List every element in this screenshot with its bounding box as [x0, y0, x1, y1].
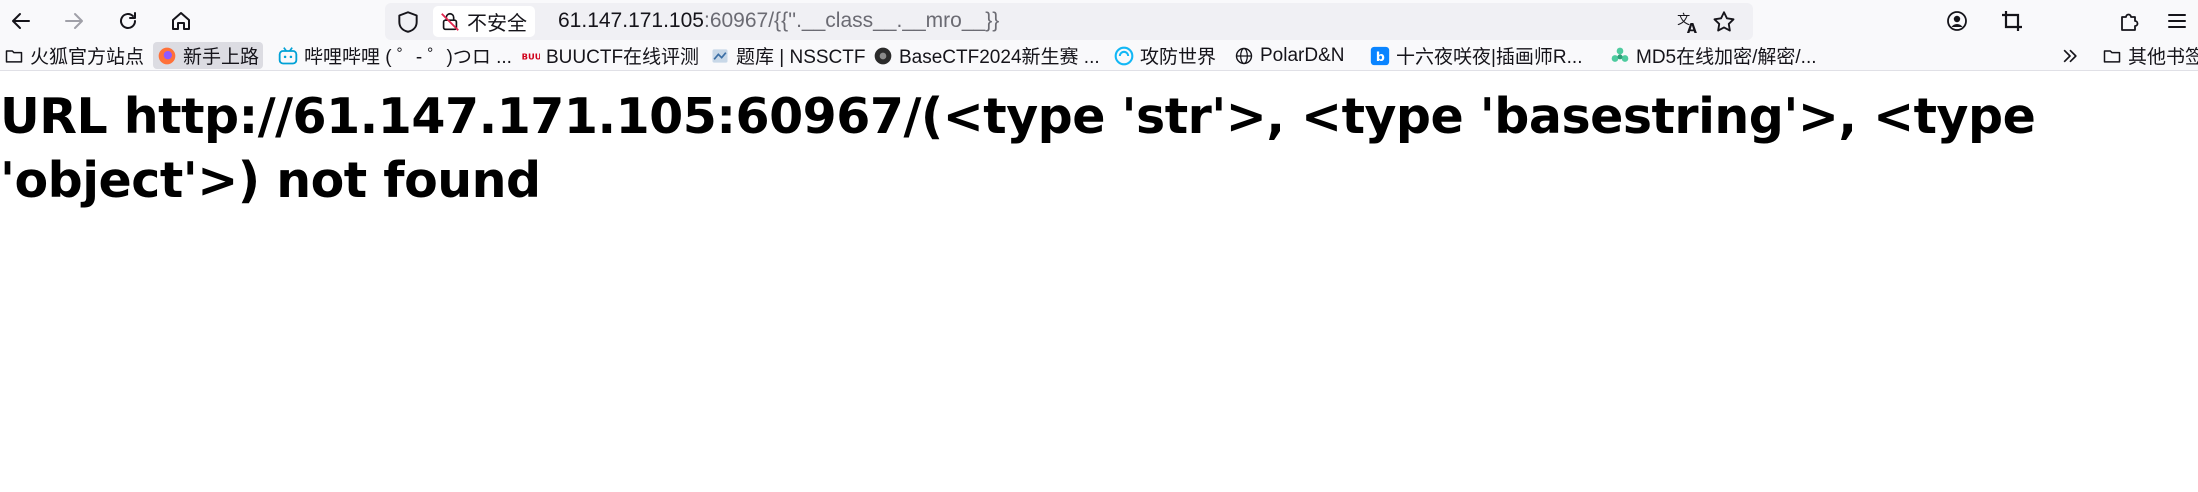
buuctf-icon: BUU	[520, 46, 540, 66]
menu-button[interactable]	[2160, 4, 2194, 38]
bilibili-icon	[278, 46, 298, 66]
bookmark-label: 新手上路	[183, 47, 260, 68]
account-icon	[1947, 11, 1967, 31]
bookmark-label: BUUCTF在线评测	[546, 47, 700, 68]
bookmark-item[interactable]: 新手上路	[153, 42, 264, 69]
forward-button[interactable]	[57, 4, 91, 38]
bookmark-label: 火狐官方站点	[30, 47, 145, 68]
not-found-message: URL http://61.147.171.105:60967/(<type '…	[0, 88, 2052, 209]
bookmark-item[interactable]: 哔哩哔哩 ( ゜- ゜)つロ ...	[274, 42, 516, 69]
url-path: :60967/{{''.__class__.__mro__}}	[703, 9, 1000, 32]
bookmark-label: PolarD&N	[1260, 44, 1345, 66]
back-button[interactable]	[4, 4, 38, 38]
other-bookmarks-folder[interactable]: 其他书签	[2098, 42, 2198, 69]
security-label: 不安全	[467, 13, 527, 35]
reload-button[interactable]	[111, 4, 145, 38]
bookmark-item[interactable]: b 十六夜咲夜|插画师R...	[1366, 42, 1587, 69]
bookmarks-toolbar: 火狐官方站点 新手上路 哔哩哔哩 ( ゜- ゜)つロ ... BUU BUUCT…	[0, 41, 2198, 71]
back-arrow-icon	[12, 13, 30, 29]
folder-icon	[2102, 46, 2122, 66]
bookmark-item[interactable]: PolarD&N	[1230, 42, 1348, 69]
bookmark-label: 题库 | NSSCTF	[736, 47, 866, 68]
basectf-icon	[873, 46, 893, 66]
bing-icon: b	[1370, 46, 1390, 66]
home-button[interactable]	[164, 4, 198, 38]
firefox-icon	[157, 46, 177, 66]
chevron-double-right-icon	[2060, 46, 2080, 66]
account-button[interactable]	[1940, 4, 1974, 38]
nssctf-icon	[710, 46, 730, 66]
adworld-icon	[1114, 46, 1134, 66]
forward-arrow-icon	[65, 13, 83, 29]
bookmark-item[interactable]: BUU BUUCTF在线评测	[516, 42, 703, 69]
folder-icon	[4, 46, 24, 66]
bookmark-label: 哔哩哔哩 ( ゜- ゜)つロ ...	[304, 47, 512, 68]
hamburger-menu-icon	[2168, 14, 2186, 28]
bookmark-item[interactable]: BaseCTF2024新生赛 ...	[869, 42, 1104, 69]
bookmark-item[interactable]: MD5在线加密/解密/...	[1606, 42, 1821, 69]
screenshot-button[interactable]	[1995, 4, 2029, 38]
address-bar[interactable]: 不安全 61.147.171.105:60967/{{''.__class__.…	[385, 3, 1753, 40]
reload-icon	[120, 12, 136, 29]
url-text[interactable]: 61.147.171.105:60967/{{''.__class__.__mr…	[558, 9, 999, 33]
browser-toolbar: 不安全 61.147.171.105:60967/{{''.__class__.…	[0, 0, 2198, 41]
crop-icon	[2002, 11, 2022, 31]
bookmark-label: MD5在线加密/解密/...	[1636, 47, 1817, 68]
puzzle-icon	[2121, 13, 2139, 31]
bookmark-item[interactable]: 火狐官方站点	[0, 42, 148, 69]
bookmark-item[interactable]: 攻防世界	[1110, 42, 1220, 69]
bookmarks-overflow-button[interactable]	[2056, 42, 2084, 69]
home-icon	[172, 12, 190, 30]
bookmark-item[interactable]: 题库 | NSSCTF	[706, 42, 870, 69]
svg-text:A: A	[1687, 22, 1697, 35]
translate-icon[interactable]: 文A	[1675, 9, 1701, 35]
security-indicator[interactable]: 不安全	[433, 6, 535, 37]
bookmark-label: 十六夜咲夜|插画师R...	[1396, 47, 1583, 68]
md5-icon	[1610, 46, 1630, 66]
bookmark-label: 攻防世界	[1140, 47, 1217, 68]
insecure-lock-icon	[441, 12, 459, 31]
other-bookmarks-label: 其他书签	[2128, 47, 2198, 68]
globe-icon	[1234, 46, 1254, 66]
url-host: 61.147.171.105	[558, 9, 704, 32]
extensions-button[interactable]	[2112, 4, 2146, 38]
svg-text:b: b	[1376, 49, 1385, 64]
bookmark-star-icon[interactable]	[1711, 9, 1737, 35]
bookmark-label: BaseCTF2024新生赛 ...	[899, 47, 1100, 68]
tracking-protection-shield-icon[interactable]	[395, 9, 421, 35]
svg-text:BUU: BUU	[522, 51, 540, 61]
